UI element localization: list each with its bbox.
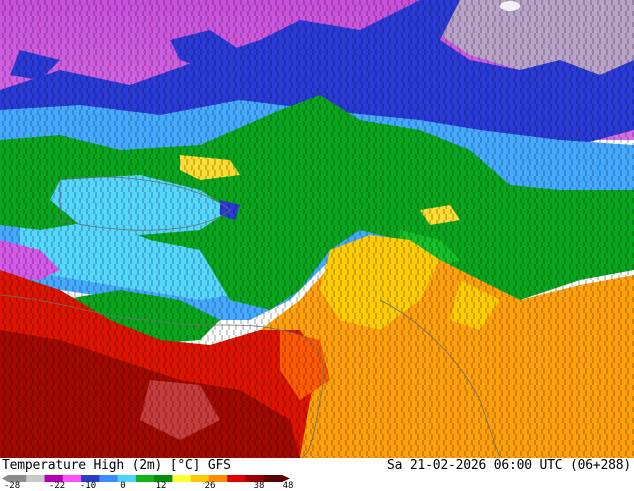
map-footer: Temperature High (2m) [°C] GFS Sa 21-02-… <box>0 458 634 491</box>
legend-swatch <box>227 475 246 482</box>
legend-swatch <box>263 475 283 482</box>
map-title: Temperature High (2m) [°C] GFS <box>2 458 231 473</box>
legend-swatch <box>26 475 46 482</box>
map-datetime: Sa 21-02-2026 06:00 UTC (06+288) <box>386 458 631 473</box>
corner-marker <box>500 1 520 11</box>
legend-swatch <box>62 475 82 482</box>
legend-swatch <box>135 475 155 482</box>
map-canvas <box>0 0 634 458</box>
legend-swatch <box>99 475 119 482</box>
temperature-map <box>0 0 634 458</box>
legend-swatch <box>172 475 192 482</box>
contour-overlay <box>0 0 634 458</box>
